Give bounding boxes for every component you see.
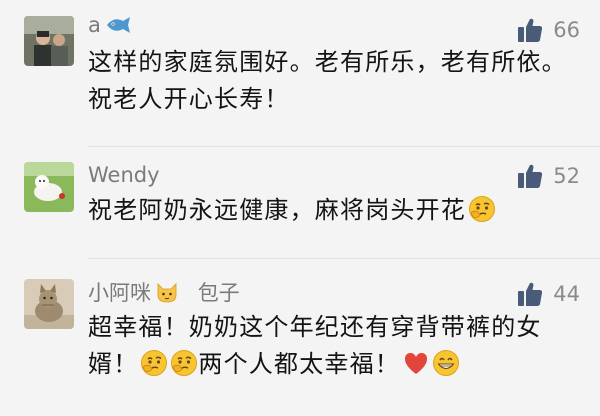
avatar[interactable] (24, 279, 74, 329)
avatar[interactable] (24, 16, 74, 66)
username[interactable]: Wendy (88, 165, 160, 186)
grinning-face-emoji-icon (432, 349, 460, 377)
avatar[interactable] (24, 162, 74, 212)
like-button[interactable]: 44 (517, 281, 580, 307)
like-count: 44 (553, 281, 580, 306)
comment-text-part-b: 两个人都太幸福！ (198, 350, 401, 378)
username[interactable]: 小阿咪 包子 (88, 281, 240, 307)
thumbs-up-icon (517, 17, 543, 43)
comment-text: 祝老阿奶永远健康，麻将岗头开花 (88, 192, 568, 229)
thinking-face-emoji-icon (468, 195, 496, 223)
comment-text: 这样的家庭氛围好。老有所乐，老有所依。祝老人开心长寿！ (88, 48, 567, 113)
thinking-face-emoji-icon (140, 349, 168, 377)
comment-text-body: 祝老阿奶永远健康，麻将岗头开花 (88, 196, 466, 224)
thumbs-up-icon (517, 163, 543, 189)
like-button[interactable]: 66 (517, 17, 580, 43)
thinking-face-emoji-icon (170, 349, 198, 377)
username-suffix: 包子 (197, 281, 240, 305)
like-count: 66 (553, 17, 580, 42)
cat-face-emoji-icon (155, 281, 179, 307)
red-heart-emoji-icon (402, 349, 430, 377)
divider (88, 258, 600, 259)
thumbs-up-icon (517, 281, 543, 307)
divider (88, 146, 600, 147)
like-count: 52 (553, 163, 580, 188)
fish-emoji-icon (105, 15, 131, 39)
like-button[interactable]: 52 (517, 163, 580, 189)
username[interactable]: a (88, 15, 131, 39)
comment-text: 超幸福！奶奶这个年纪还有穿背带裤的女婿！ 两个人都太幸福！ (88, 309, 568, 383)
